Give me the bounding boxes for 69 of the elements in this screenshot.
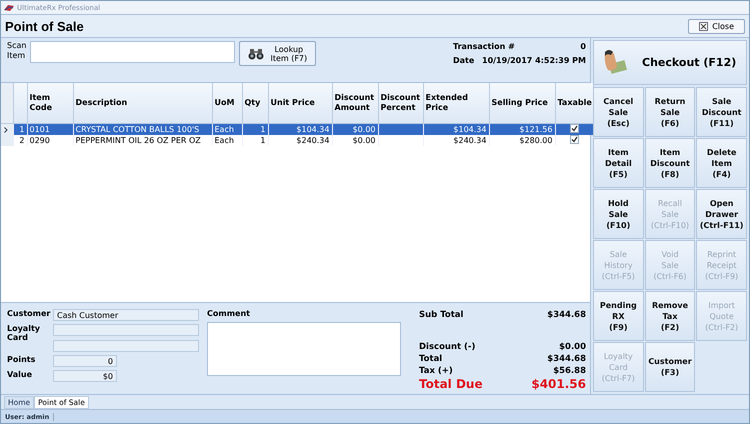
- action-button[interactable]: Hold Sale (F10): [593, 189, 644, 239]
- action-button[interactable]: Item Detail (F5): [593, 138, 644, 188]
- app-logo-icon: [4, 4, 14, 12]
- table-cell: Each: [214, 124, 234, 134]
- customer-label: Customer: [7, 309, 51, 320]
- customer-field[interactable]: Cash Customer: [53, 309, 199, 321]
- table-cell: $104.34: [453, 124, 486, 134]
- total-value: $344.68: [547, 309, 586, 321]
- action-button[interactable]: Open Drawer (Ctrl-F11): [696, 189, 747, 239]
- table-cell: 0290: [30, 136, 50, 144]
- total-label: Sub Total: [419, 309, 464, 321]
- table-cell: $280.00: [519, 136, 552, 144]
- action-button[interactable]: Sale Discount (F11): [696, 87, 747, 137]
- taxable-checkbox[interactable]: [570, 124, 578, 133]
- transaction-number-label: Transaction #: [453, 42, 515, 51]
- date-label: Date: [453, 56, 474, 65]
- comment-label: Comment: [207, 309, 251, 318]
- table-cell: $104.34: [296, 124, 330, 134]
- total-label: Total Due: [419, 377, 483, 392]
- page-title: Point of Sale: [5, 18, 84, 34]
- total-value: $56.88: [553, 365, 586, 377]
- table-cell: 0101: [30, 124, 50, 134]
- total-label: Discount (-): [419, 341, 476, 353]
- loyalty-card-field[interactable]: [53, 324, 199, 336]
- lookup-item-button[interactable]: Lookup Item (F7): [239, 41, 316, 66]
- action-button[interactable]: Pending RX (F9): [593, 291, 644, 341]
- table-cell: $240.34: [453, 136, 486, 144]
- row-number: 2: [19, 136, 24, 144]
- total-value: $0.00: [559, 341, 586, 353]
- points-label: Points: [7, 355, 36, 366]
- table-cell: PEPPERMINT OIL 26 OZ PER OZ: [76, 136, 201, 144]
- action-button[interactable]: Delete Item (F4): [696, 138, 747, 188]
- loyalty-card-field[interactable]: [53, 340, 199, 352]
- total-value: $401.56: [531, 377, 586, 392]
- transaction-number: 0: [580, 42, 586, 51]
- action-button[interactable]: Cancel Sale (Esc): [593, 87, 644, 137]
- loyalty-card-label: Loyalty Card: [7, 324, 41, 344]
- table-cell: $0.00: [352, 136, 376, 144]
- table-row[interactable]: 1 0101 CRYSTAL COTTON BALLS 100'S Each 1 $104.34 $0.00 $104.34 $121.56: [1, 124, 593, 135]
- scan-item-label: Scan Item: [7, 41, 26, 61]
- table-cell: Each: [214, 136, 234, 144]
- close-icon: [699, 22, 708, 30]
- column-header[interactable]: Qty: [244, 98, 266, 108]
- total-value: $344.68: [547, 353, 586, 365]
- table-cell: $240.34: [296, 136, 330, 144]
- table-cell: $0.00: [352, 124, 376, 134]
- binoculars-icon: [248, 48, 264, 60]
- row-number: 1: [19, 124, 24, 134]
- value-label: Value: [7, 370, 34, 381]
- checkout-button[interactable]: Checkout (F12): [593, 40, 747, 85]
- value-field[interactable]: $0: [53, 370, 117, 382]
- table-row[interactable]: 2 0290 PEPPERMINT OIL 26 OZ PER OZ Each 1 $240.34 $0.00 $240.34 $280.00: [1, 135, 593, 146]
- action-button[interactable]: Item Discount (F8): [644, 138, 696, 188]
- action-button[interactable]: Remove Tax (F2): [644, 291, 696, 341]
- table-cell: 1: [260, 124, 266, 134]
- row-pointer-icon: [4, 126, 8, 132]
- action-button[interactable]: Customer (F3): [644, 342, 696, 392]
- table-cell: 1: [260, 136, 266, 144]
- total-label: Total: [419, 353, 442, 365]
- close-button[interactable]: Close: [688, 18, 745, 34]
- table-cell: CRYSTAL COTTON BALLS 100'S: [76, 124, 200, 134]
- scan-item-field[interactable]: [30, 41, 236, 63]
- points-field[interactable]: 0: [53, 355, 117, 367]
- total-label: Tax (+): [419, 365, 453, 377]
- table-cell: $121.56: [519, 124, 552, 134]
- transaction-date: 10/19/2017 4:52:39 PM: [482, 56, 586, 65]
- comment-field[interactable]: [207, 322, 401, 376]
- taxable-checkbox[interactable]: [570, 135, 578, 144]
- action-button[interactable]: Return Sale (F6): [644, 87, 696, 137]
